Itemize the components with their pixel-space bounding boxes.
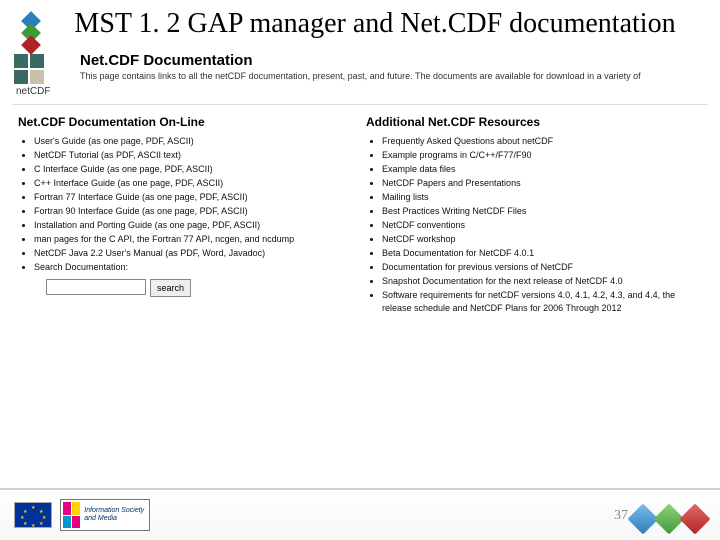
list-item[interactable]: Example data files bbox=[382, 163, 702, 177]
list-item[interactable]: NetCDF Tutorial (as PDF, ASCII text) bbox=[34, 149, 354, 163]
footer: ★ ★ ★ ★ ★ ★ ★ ★ Information Society and … bbox=[0, 488, 720, 540]
list-item[interactable]: NetCDF Java 2.2 User's Manual (as PDF, W… bbox=[34, 247, 354, 261]
left-column: Net.CDF Documentation On-Line User's Gui… bbox=[12, 115, 360, 316]
list-item[interactable]: NetCDF conventions bbox=[382, 219, 702, 233]
right-column: Additional Net.CDF Resources Frequently … bbox=[360, 115, 708, 316]
list-item[interactable]: Mailing lists bbox=[382, 191, 702, 205]
list-item[interactable]: Frequently Asked Questions about netCDF bbox=[382, 135, 702, 149]
list-item[interactable]: User's Guide (as one page, PDF, ASCII) bbox=[34, 135, 354, 149]
netcdf-doc-block: netCDF Net.CDF Documentation This page c… bbox=[12, 52, 708, 316]
left-list: User's Guide (as one page, PDF, ASCII) N… bbox=[18, 135, 354, 274]
slide-title: MST 1. 2 GAP manager and Net.CDF documen… bbox=[0, 0, 720, 44]
list-item[interactable]: Beta Documentation for NetCDF 4.0.1 bbox=[382, 247, 702, 261]
list-item[interactable]: Documentation for previous versions of N… bbox=[382, 261, 702, 275]
list-item[interactable]: C++ Interface Guide (as one page, PDF, A… bbox=[34, 177, 354, 191]
caspar-logo: CASPAR bbox=[6, 6, 62, 62]
search-row: search bbox=[46, 279, 354, 297]
right-list: Frequently Asked Questions about netCDF … bbox=[366, 135, 702, 316]
list-item[interactable]: Example programs in C/C++/F77/F90 bbox=[382, 149, 702, 163]
list-item[interactable]: NetCDF Papers and Presentations bbox=[382, 177, 702, 191]
list-item[interactable]: C Interface Guide (as one page, PDF, ASC… bbox=[34, 163, 354, 177]
list-item[interactable]: Software requirements for netCDF version… bbox=[382, 289, 702, 317]
right-heading: Additional Net.CDF Resources bbox=[366, 115, 702, 129]
search-input[interactable] bbox=[46, 279, 146, 295]
list-item[interactable]: Best Practices Writing NetCDF Files bbox=[382, 205, 702, 219]
list-item[interactable]: Fortran 77 Interface Guide (as one page,… bbox=[34, 191, 354, 205]
eu-flag-icon: ★ ★ ★ ★ ★ ★ ★ ★ bbox=[14, 502, 52, 528]
list-item[interactable]: Snapshot Documentation for the next rele… bbox=[382, 275, 702, 289]
left-heading: Net.CDF Documentation On-Line bbox=[18, 115, 354, 129]
ism-icon bbox=[63, 502, 80, 528]
netcdf-doc-title: Net.CDF Documentation bbox=[80, 52, 641, 69]
list-item[interactable]: Installation and Porting Guide (as one p… bbox=[34, 219, 354, 233]
netcdf-header: netCDF Net.CDF Documentation This page c… bbox=[12, 52, 708, 105]
search-button[interactable]: search bbox=[150, 279, 191, 297]
svg-text:netCDF: netCDF bbox=[16, 86, 50, 97]
footer-diamonds bbox=[632, 508, 706, 530]
list-item[interactable]: NetCDF workshop bbox=[382, 233, 702, 247]
list-item: Search Documentation: bbox=[34, 261, 354, 275]
ism-badge: Information Society and Media bbox=[60, 499, 150, 531]
diamond-icon-red bbox=[679, 503, 710, 534]
list-item[interactable]: man pages for the C API, the Fortran 77 … bbox=[34, 233, 354, 247]
list-item[interactable]: Fortran 90 Interface Guide (as one page,… bbox=[34, 205, 354, 219]
ism-label: Information Society and Media bbox=[84, 507, 147, 522]
page-number: 37 bbox=[614, 508, 628, 524]
netcdf-doc-intro: This page contains links to all the netC… bbox=[80, 71, 641, 81]
